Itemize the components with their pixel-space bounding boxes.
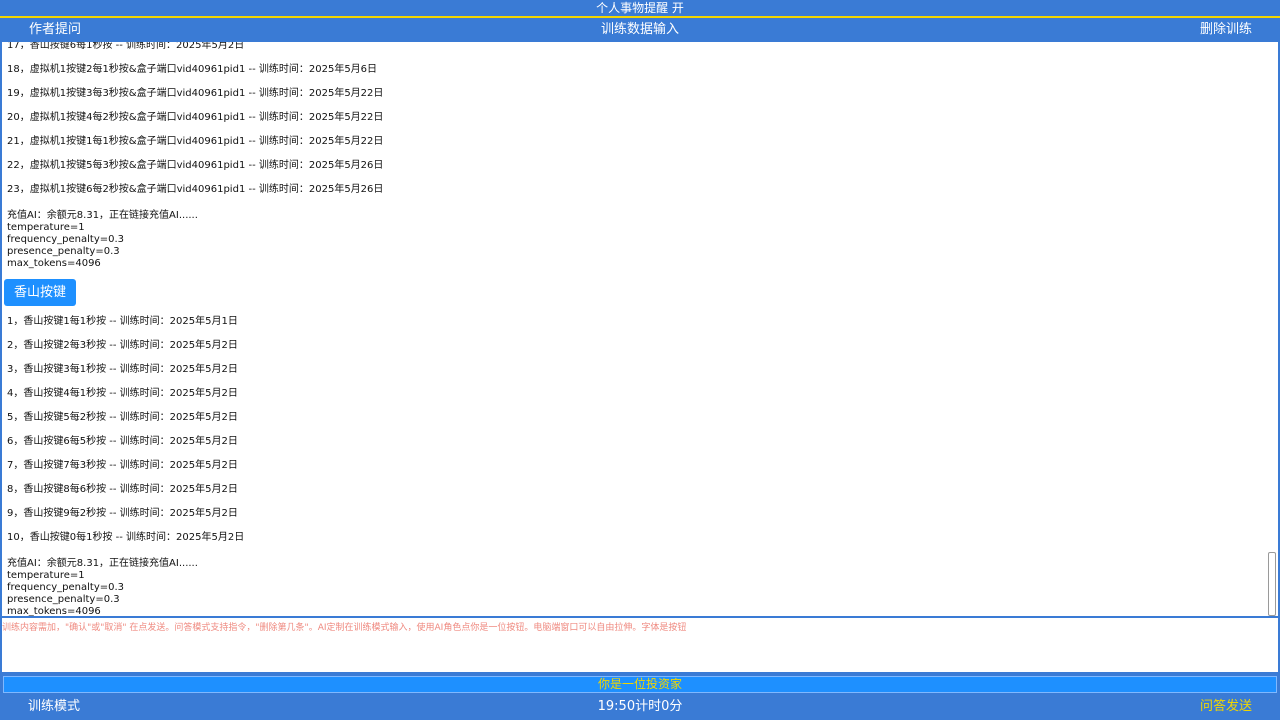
log-line: 17，香山按键6每1秒按 -- 训练时间：2025年5月2日 xyxy=(7,42,245,51)
log-line: 10，香山按键0每1秒按 -- 训练时间：2025年5月2日 xyxy=(7,532,245,543)
param-frequency-penalty: frequency_penalty=0.3 xyxy=(7,234,125,245)
log-scrollbar-thumb[interactable] xyxy=(1268,552,1276,616)
log-line: 2，香山按键2每3秒按 -- 训练时间：2025年5月2日 xyxy=(7,340,238,351)
delete-training-button[interactable]: 删除训练 xyxy=(1200,18,1252,42)
param-frequency-penalty: frequency_penalty=0.3 xyxy=(7,582,125,593)
log-line: 6，香山按键6每5秒按 -- 训练时间：2025年5月2日 xyxy=(7,436,238,447)
timer-display: 19:50计时0分 xyxy=(597,699,683,714)
log-line: 9，香山按键9每2秒按 -- 训练时间：2025年5月2日 xyxy=(7,508,238,519)
param-temperature: temperature=1 xyxy=(7,222,85,233)
log-line: 5，香山按键5每2秒按 -- 训练时间：2025年5月2日 xyxy=(7,412,238,423)
param-max-tokens: max_tokens=4096 xyxy=(7,606,101,616)
footer-bar: 训练模式 19:50计时0分 问答发送 xyxy=(0,694,1280,720)
app-title: 个人事物提醒 开 xyxy=(0,0,1280,16)
ai-role-button[interactable]: 你是一位投资家 xyxy=(3,676,1277,693)
param-presence-penalty: presence_penalty=0.3 xyxy=(7,594,120,605)
param-block-1: 充值AI：余额元8.31，正在链接充值AI...... temperature=… xyxy=(7,210,1264,270)
log-group-second: 1，香山按键1每1秒按 -- 训练时间：2025年5月1日 2，香山按键2每3秒… xyxy=(7,310,1264,550)
log-line: 4，香山按键4每1秒按 -- 训练时间：2025年5月2日 xyxy=(7,388,238,399)
log-line: 3，香山按键3每1秒按 -- 训练时间：2025年5月2日 xyxy=(7,364,238,375)
log-line: 18，虚拟机1按键2每1秒按&盒子端口vid40961pid1 -- 训练时间：… xyxy=(7,64,378,75)
log-scrollbar[interactable] xyxy=(1268,42,1278,616)
param-temperature: temperature=1 xyxy=(7,570,85,581)
log-line: 23，虚拟机1按键6每2秒按&盒子端口vid40961pid1 -- 训练时间：… xyxy=(7,184,384,195)
recharge-status: 充值AI：余额元8.31，正在链接充值AI...... xyxy=(7,558,198,569)
log-group-first: 17，香山按键6每1秒按 -- 训练时间：2025年5月2日 18，虚拟机1按键… xyxy=(7,42,1264,202)
log-line: 20，虚拟机1按键4每2秒按&盒子端口vid40961pid1 -- 训练时间：… xyxy=(7,112,384,123)
training-data-input-title: 训练数据输入 xyxy=(600,22,679,37)
input-placeholder-hint: 训练内容需加，"确认"或"取消" 在点发送。问答模式支持指令，"删除第几条"。A… xyxy=(2,623,687,633)
log-line: 19，虚拟机1按键3每3秒按&盒子端口vid40961pid1 -- 训练时间：… xyxy=(7,88,384,99)
message-input[interactable]: 训练内容需加，"确认"或"取消" 在点发送。问答模式支持指令，"删除第几条"。A… xyxy=(2,618,1278,672)
app-window: 个人事物提醒 开 作者提问 训练数据输入 删除训练 17，香山按键6每1秒按 -… xyxy=(0,0,1280,720)
log-line: 21，虚拟机1按键1每1秒按&盒子端口vid40961pid1 -- 训练时间：… xyxy=(7,136,384,147)
recharge-status: 充值AI：余额元8.31，正在链接充值AI...... xyxy=(7,210,198,221)
param-presence-penalty: presence_penalty=0.3 xyxy=(7,246,120,257)
qa-send-button[interactable]: 问答发送 xyxy=(1200,694,1252,720)
log-line: 8，香山按键8每6秒按 -- 训练时间：2025年5月2日 xyxy=(7,484,238,495)
log-line: 7，香山按键7每3秒按 -- 训练时间：2025年5月2日 xyxy=(7,460,238,471)
param-max-tokens: max_tokens=4096 xyxy=(7,258,101,269)
log-content: 17，香山按键6每1秒按 -- 训练时间：2025年5月2日 18，虚拟机1按键… xyxy=(4,42,1264,616)
log-line: 22，虚拟机1按键5每3秒按&盒子端口vid40961pid1 -- 训练时间：… xyxy=(7,160,384,171)
param-block-2: 充值AI：余额元8.31，正在链接充值AI...... temperature=… xyxy=(7,558,1264,616)
xiangshan-keys-button[interactable]: 香山按键 xyxy=(4,279,77,306)
training-log[interactable]: 17，香山按键6每1秒按 -- 训练时间：2025年5月2日 18，虚拟机1按键… xyxy=(2,42,1278,616)
header-bar: 作者提问 训练数据输入 删除训练 xyxy=(0,18,1280,42)
log-line: 1，香山按键1每1秒按 -- 训练时间：2025年5月1日 xyxy=(7,316,238,327)
